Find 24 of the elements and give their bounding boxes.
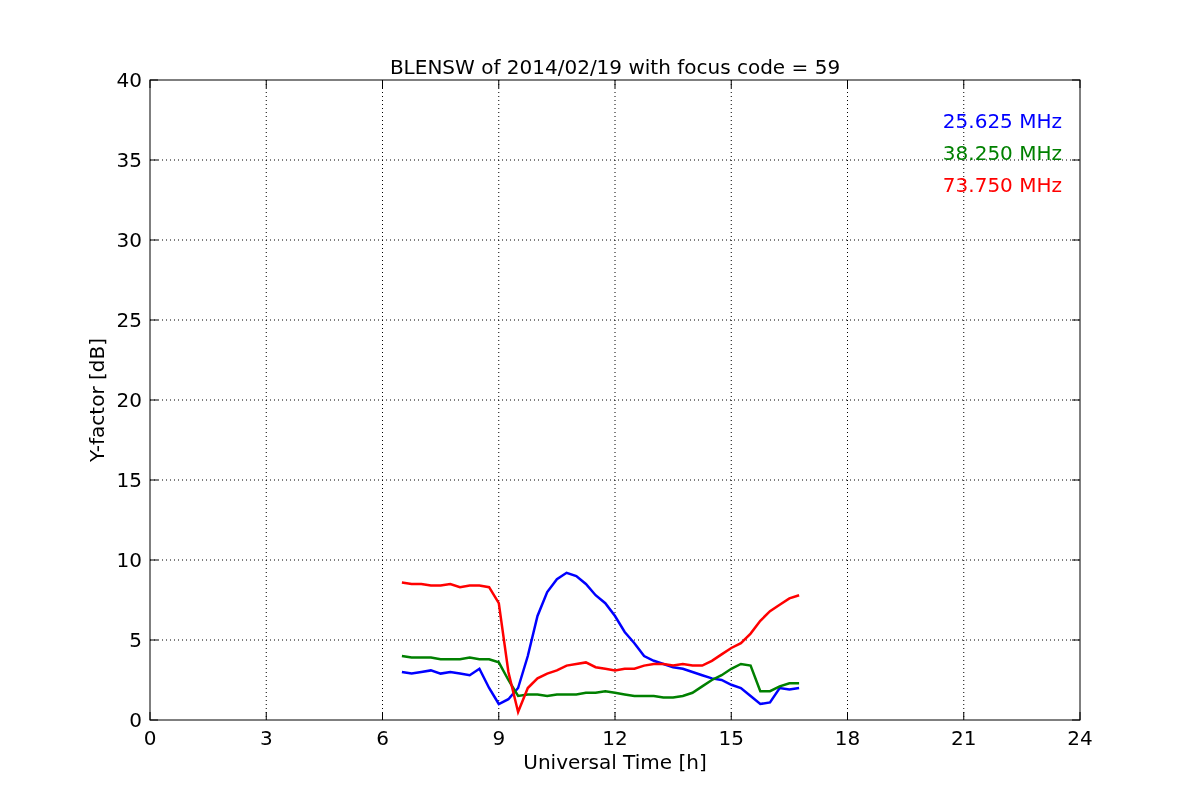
y-tick-label: 10 [116,548,142,572]
x-tick-label: 24 [1067,726,1093,750]
x-tick-label: 12 [602,726,628,750]
y-tick-label: 30 [116,228,142,252]
x-tick-label: 0 [143,726,157,750]
x-tick-label: 9 [492,726,506,750]
legend-label: 25.625 MHz [942,109,1062,133]
y-tick-label: 40 [116,68,142,92]
x-tick-label: 15 [718,726,744,750]
y-axis-label: Y-factor [dB] [85,338,109,462]
y-tick-label: 15 [116,468,142,492]
y-tick-label: 25 [116,308,142,332]
x-tick-label: 6 [376,726,389,750]
y-tick-label: 0 [129,708,142,732]
y-tick-label: 20 [116,388,142,412]
y-tick-label: 5 [129,628,142,652]
legend-label: 38.250 MHz [942,141,1062,165]
x-axis-label: Universal Time [h] [523,750,707,774]
chart-title: BLENSW of 2014/02/19 with focus code = 59 [389,55,841,79]
x-tick-label: 3 [259,726,273,750]
x-tick-label: 21 [951,726,977,750]
y-tick-label: 35 [116,148,142,172]
x-tick-label: 18 [834,726,861,750]
legend-label: 73.750 MHz [942,173,1062,197]
